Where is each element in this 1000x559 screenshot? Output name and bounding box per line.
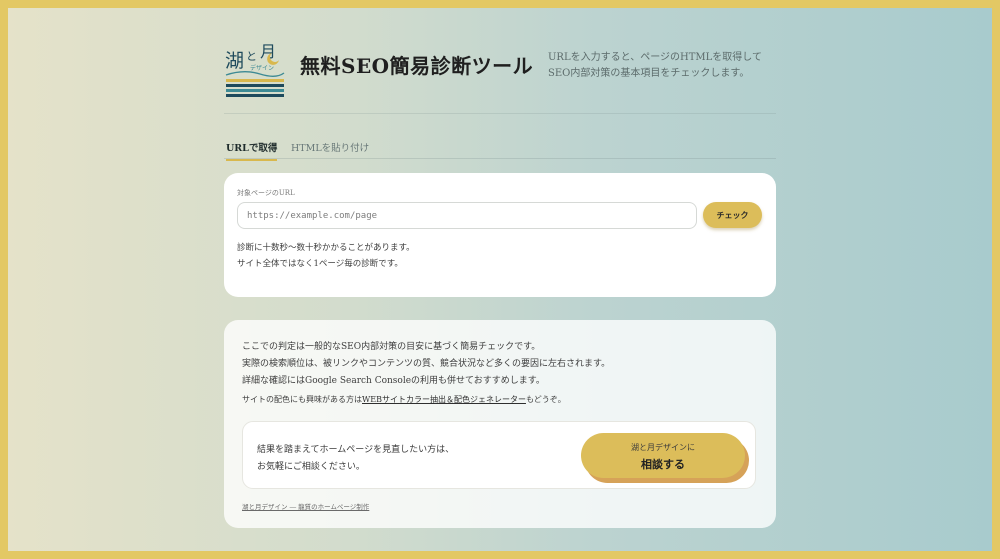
- tab-bar: URLで取得 HTMLを貼り付け: [224, 140, 776, 161]
- consult-button-label: 相談する: [641, 458, 685, 471]
- promo-suffix: もどうぞ。: [525, 395, 566, 404]
- logo-icon[interactable]: 湖 と 月 デザイン: [224, 40, 286, 100]
- note-duration: 診断に十数秒～数十秒かかることがあります。: [237, 243, 415, 253]
- consult-button-sublabel: 湖と月デザインに: [631, 443, 695, 452]
- logo-water-stripe: [226, 94, 284, 97]
- consult-box: 結果を踏まえてホームページを見直したい方は、 お気軽にご相談ください。 湖と月デ…: [242, 421, 756, 489]
- logo-water-stripe: [226, 89, 284, 92]
- url-input[interactable]: [237, 202, 697, 229]
- tab-html-paste[interactable]: HTMLを貼り付け: [291, 140, 369, 159]
- header-description-line: URLを入力すると、ページのHTMLを取得して: [548, 52, 762, 63]
- header: 湖 と 月 デザイン 無料SEO簡易診断ツール URLを入力すると、ページのHT…: [224, 36, 776, 116]
- info-color-promo: サイトの配色にも興味がある方はWEBサイトカラー抽出＆配色ジェネレーターもどうぞ…: [242, 394, 566, 405]
- header-divider: [224, 113, 776, 114]
- info-text: 実際の検索順位は、被リンクやコンテンツの質、競合状況など多くの要因に左右されます…: [242, 359, 611, 369]
- info-card: ここでの判定は一般的なSEO内部対策の目安に基づく簡易チェックです。 実際の検索…: [224, 320, 776, 528]
- logo-water-stripe: [226, 79, 284, 82]
- page-background: 湖 と 月 デザイン 無料SEO簡易診断ツール URLを入力すると、ページのHT…: [8, 8, 992, 551]
- logo-water-stripe: [226, 84, 284, 87]
- note-scope: サイト全体ではなく1ページ毎の診断です。: [237, 259, 403, 269]
- promo-prefix: サイトの配色にも興味がある方は: [242, 395, 362, 404]
- url-field-label: 対象ページのURL: [237, 189, 295, 197]
- header-description-line: SEO内部対策の基本項目をチェックします。: [548, 68, 750, 79]
- logo-wave: [225, 71, 285, 77]
- page-title: 無料SEO簡易診断ツール: [300, 54, 534, 78]
- color-generator-link[interactable]: WEBサイトカラー抽出＆配色ジェネレーター: [362, 395, 526, 404]
- logo-subtitle: デザイン: [250, 64, 274, 72]
- main-container: 湖 と 月 デザイン 無料SEO簡易診断ツール URLを入力すると、ページのHT…: [224, 8, 776, 551]
- consult-button[interactable]: 湖と月デザインに 相談する: [581, 433, 745, 478]
- tabs-divider: [224, 158, 776, 159]
- logo-char-and: と: [246, 50, 257, 63]
- check-button[interactable]: チェック: [703, 202, 762, 228]
- logo-char-lake: 湖: [225, 50, 244, 72]
- footer-link[interactable]: 湖と月デザイン ― 龍質のホームページ制作: [242, 501, 369, 511]
- header-description: URLを入力すると、ページのHTMLを取得して SEO内部対策の基本項目をチェッ…: [548, 50, 776, 82]
- url-form-card: 対象ページのURL チェック 診断に十数秒～数十秒かかることがあります。 サイト…: [224, 173, 776, 297]
- consult-text: お気軽にご相談ください。: [257, 462, 365, 472]
- info-text: 詳細な確認にはGoogle Search Consoleの利用も併せておすすめし…: [242, 376, 545, 386]
- consult-text: 結果を踏まえてホームページを見直したい方は、: [257, 445, 455, 455]
- info-text: ここでの判定は一般的なSEO内部対策の目安に基づく簡易チェックです。: [242, 342, 541, 352]
